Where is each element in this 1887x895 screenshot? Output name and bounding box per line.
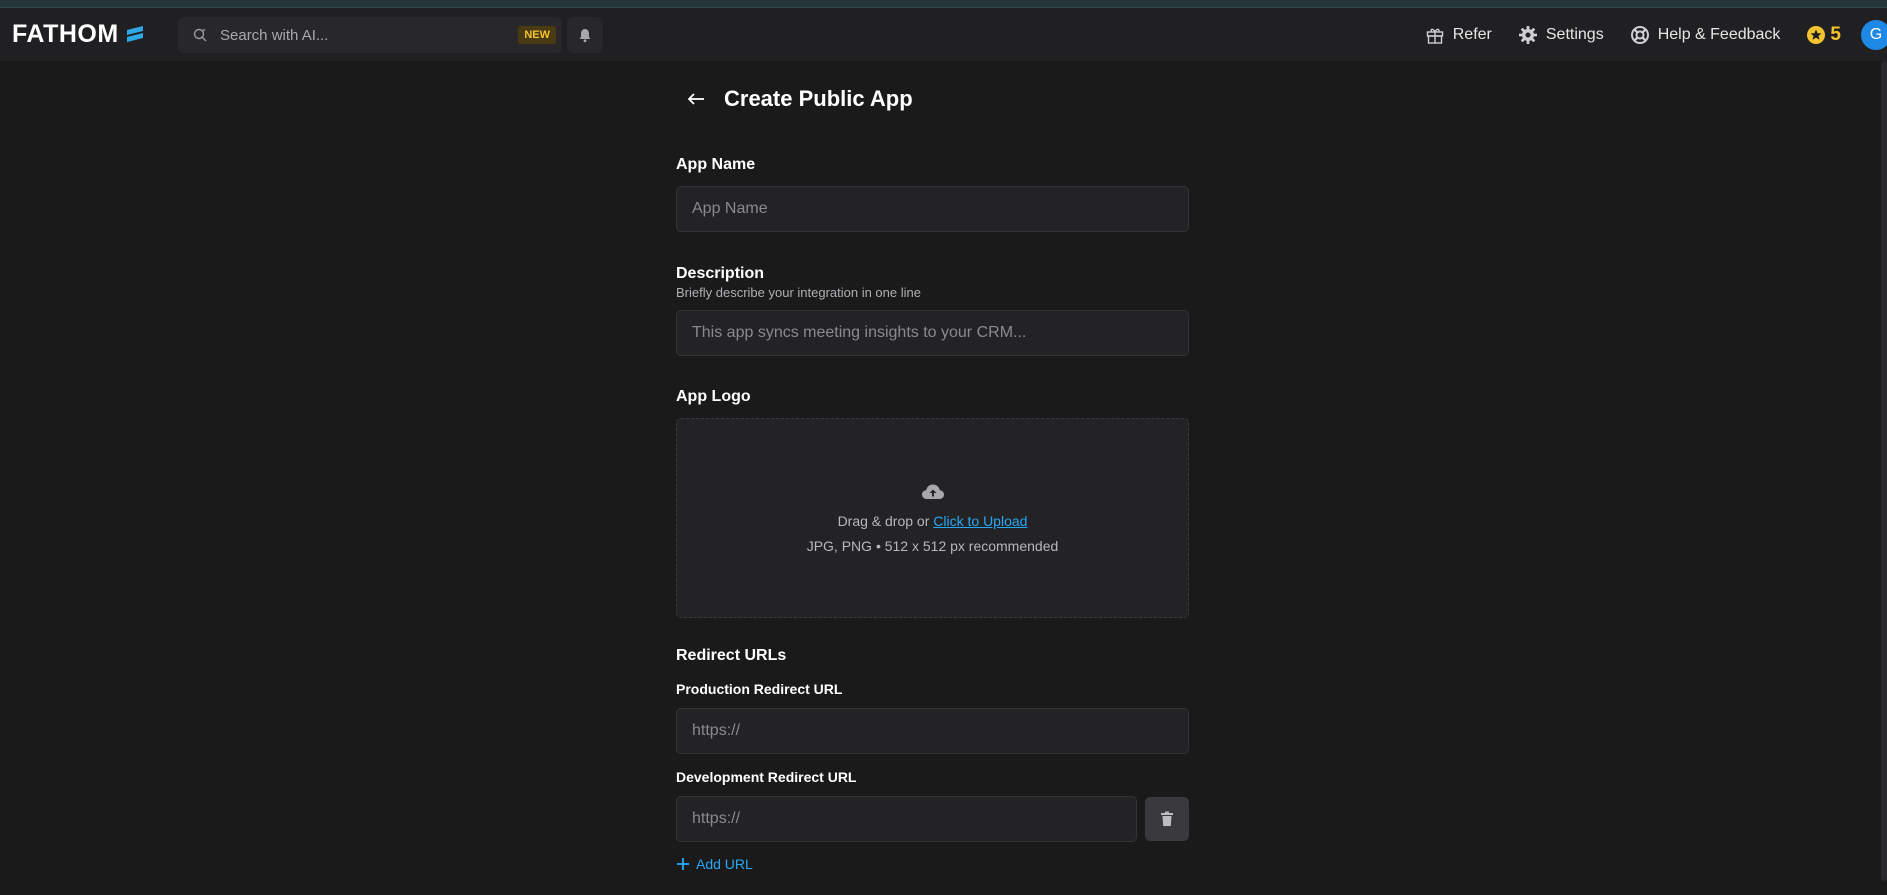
production-redirect-label: Production Redirect URL	[676, 681, 843, 697]
redirect-urls-label: Redirect URLs	[676, 647, 787, 664]
fathom-logo[interactable]: FATHOM	[12, 8, 147, 61]
refer-button[interactable]: Refer	[1425, 25, 1492, 45]
description-helper: Briefly describe your integration in one…	[676, 285, 921, 300]
window-top-strip	[0, 0, 1887, 8]
gift-icon	[1426, 28, 1443, 44]
ai-search-bar[interactable]: Search with AI... NEW	[178, 17, 562, 53]
ai-search-icon	[193, 28, 207, 42]
star-coin-icon	[1807, 25, 1826, 44]
credits-count: 5	[1830, 23, 1841, 45]
app-name-label: App Name	[676, 156, 756, 173]
trash-icon	[1161, 811, 1173, 826]
settings-label: Settings	[1545, 25, 1604, 43]
create-app-form: Create Public App App Name App Name Desc…	[676, 61, 1189, 872]
bell-icon	[579, 29, 591, 43]
new-badge: NEW	[518, 26, 556, 44]
description-section: Description Briefly describe your integr…	[676, 265, 1189, 356]
app-name-section: App Name App Name	[676, 156, 1189, 232]
delete-url-button[interactable]	[1145, 797, 1189, 841]
page-title: Create Public App	[724, 85, 913, 111]
add-url-button[interactable]: Add URL	[676, 856, 1189, 872]
logo-text: FATHOM	[12, 20, 119, 48]
click-to-upload-link[interactable]: Click to Upload	[933, 513, 1027, 529]
search-placeholder: Search with AI...	[220, 26, 329, 44]
plus-icon	[677, 858, 689, 870]
upload-hint: JPG, PNG • 512 x 512 px recommended	[806, 537, 1059, 554]
page-header: Create Public App	[676, 61, 1189, 136]
fathom-logo-icon	[126, 25, 143, 42]
cloud-upload-icon	[921, 484, 944, 499]
upload-instructions: Drag & drop or Click to Upload	[838, 513, 1028, 529]
arrow-left-icon	[687, 92, 704, 105]
drag-drop-text: Drag & drop or	[837, 512, 930, 529]
add-url-label: Add URL	[696, 856, 753, 872]
redirect-urls-section: Redirect URLs Production Redirect URL ht…	[676, 647, 1189, 872]
gear-icon	[1518, 25, 1537, 44]
top-navbar: FATHOM Search with AI... NEW Refer Setti…	[0, 8, 1887, 61]
app-logo-label: App Logo	[676, 388, 751, 405]
development-redirect-row: https://	[676, 796, 1189, 842]
refer-label: Refer	[1452, 25, 1492, 43]
scrollbar-thumb[interactable]	[1881, 61, 1887, 881]
description-label: Description	[676, 265, 765, 282]
page-scrollbar[interactable]	[1879, 61, 1887, 895]
help-feedback-label: Help & Feedback	[1657, 25, 1781, 43]
user-avatar[interactable]: G	[1861, 19, 1887, 50]
app-logo-section: App Logo Drag & drop or Click to Upload …	[676, 388, 1189, 618]
description-input[interactable]: This app syncs meeting insights to your …	[676, 310, 1189, 356]
development-redirect-input[interactable]: https://	[676, 796, 1137, 842]
app-name-input[interactable]: App Name	[676, 186, 1189, 232]
notifications-button[interactable]	[567, 17, 603, 53]
settings-button[interactable]: Settings	[1518, 25, 1604, 45]
production-redirect-input[interactable]: https://	[676, 708, 1189, 754]
logo-upload-dropzone[interactable]: Drag & drop or Click to Upload JPG, PNG …	[676, 418, 1189, 618]
credits-counter[interactable]: 5	[1806, 24, 1841, 46]
lifebuoy-icon	[1630, 25, 1649, 44]
development-redirect-label: Development Redirect URL	[676, 769, 857, 785]
back-button[interactable]	[684, 87, 708, 111]
help-feedback-button[interactable]: Help & Feedback	[1630, 25, 1781, 45]
navbar-actions: Refer Settings Help & Feedback 5 G	[1425, 8, 1887, 61]
